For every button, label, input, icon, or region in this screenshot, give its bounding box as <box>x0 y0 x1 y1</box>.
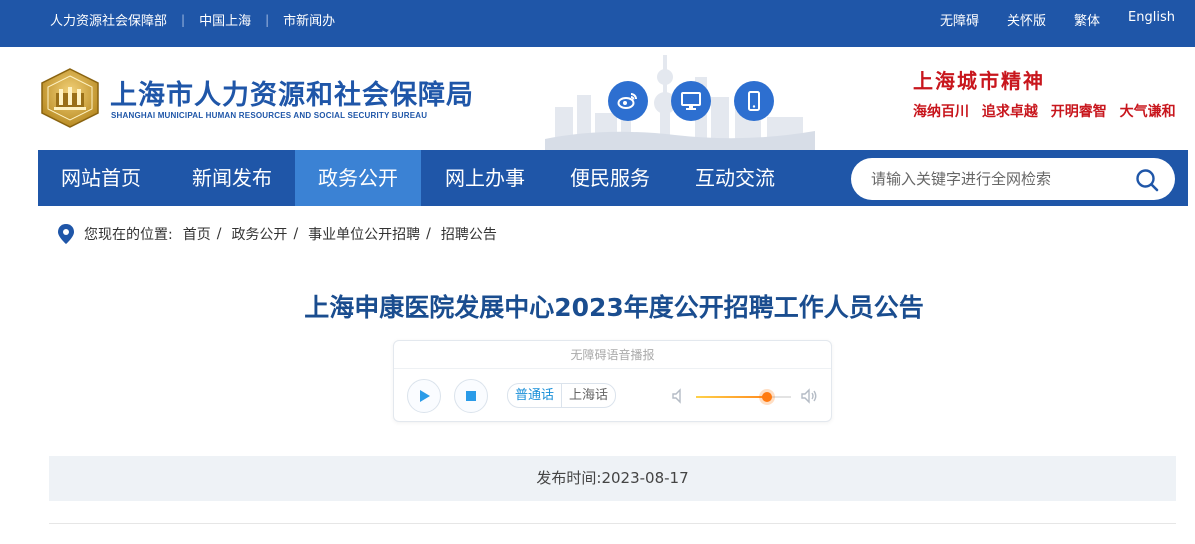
care-mode-link[interactable]: 关怀版 <box>1007 10 1046 29</box>
volume-high-icon[interactable] <box>800 387 818 405</box>
volume-low-icon[interactable] <box>670 387 688 405</box>
nav-item-public-services[interactable]: 便民服务 <box>547 150 673 206</box>
top-tools: 无障碍 关怀版 繁体 English <box>912 10 1175 29</box>
nav-item-interaction[interactable]: 互动交流 <box>672 150 798 206</box>
breadcrumb: 您现在的位置: 首页 / 政务公开 / 事业单位公开招聘 / 招聘公告 <box>56 223 501 245</box>
lang-shanghainese-option[interactable]: 上海话 <box>562 384 615 407</box>
breadcrumb-separator: / <box>216 226 222 242</box>
monitor-glyph-icon <box>681 92 701 110</box>
stop-icon <box>466 391 476 401</box>
city-spirit-item: 大气谦和 <box>1119 104 1176 120</box>
play-button[interactable] <box>407 379 441 413</box>
breadcrumb-label: 您现在的位置: <box>84 227 173 243</box>
volume-knob[interactable] <box>762 392 773 402</box>
breadcrumb-recruitment-notice[interactable]: 招聘公告 <box>441 224 497 244</box>
play-icon <box>420 390 430 402</box>
english-link[interactable]: English <box>1128 10 1175 29</box>
bureau-emblem-icon[interactable] <box>38 67 102 129</box>
city-spirit-item: 开明睿智 <box>1050 104 1107 120</box>
breadcrumb-separator: / <box>293 226 299 242</box>
article-title: 上海申康医院发展中心2023年度公开招聘工作人员公告 <box>304 293 924 322</box>
city-spirit-title: 上海城市精神 <box>913 69 1045 93</box>
top-link-press-office[interactable]: 市新闻办 <box>283 10 335 29</box>
top-links: 人力资源社会保障部 | 中国上海 | 市新闻办 <box>50 10 335 30</box>
nav-item-online-services[interactable]: 网上办事 <box>422 150 548 206</box>
publish-date-label: 发布时间: <box>536 469 602 487</box>
phone-glyph-icon <box>748 91 760 111</box>
nav-item-gov-affairs[interactable]: 政务公开 <box>295 150 421 206</box>
weibo-icon[interactable] <box>608 81 648 121</box>
weibo-glyph-icon <box>617 93 637 109</box>
volume-slider[interactable] <box>696 392 791 402</box>
volume-fill <box>696 396 768 398</box>
lang-mandarin-option[interactable]: 普通话 <box>508 384 563 407</box>
breadcrumb-home[interactable]: 首页 <box>183 224 211 244</box>
publish-date-value: 2023-08-17 <box>601 469 689 487</box>
location-pin-icon <box>58 224 74 244</box>
site-search <box>851 158 1175 200</box>
bureau-name-en: SHANGHAI MUNICIPAL HUMAN RESOURCES AND S… <box>111 111 428 120</box>
city-spirit-item: 追求卓越 <box>981 104 1038 120</box>
desktop-icon[interactable] <box>671 81 711 121</box>
city-spirit-item: 海纳百川 <box>913 104 969 120</box>
publish-date-bar: 发布时间:2023-08-17 <box>49 456 1176 501</box>
top-link-china-shanghai[interactable]: 中国上海 <box>199 10 251 29</box>
accessibility-link[interactable]: 无障碍 <box>940 10 979 29</box>
top-link-separator: | <box>265 12 270 27</box>
content-divider <box>49 523 1176 524</box>
voice-broadcast-player: 无障碍语音播报 普通话 上海话 <box>393 340 832 422</box>
search-input[interactable] <box>871 158 1131 200</box>
breadcrumb-separator: / <box>426 226 431 242</box>
mobile-icon[interactable] <box>734 81 774 121</box>
city-spirit-items: 海纳百川 追求卓越 开明睿智 大气谦和 <box>913 101 1184 121</box>
search-icon[interactable] <box>1135 168 1159 192</box>
breadcrumb-gov-affairs[interactable]: 政务公开 <box>231 224 287 244</box>
nav-item-home[interactable]: 网站首页 <box>38 150 164 206</box>
player-title: 无障碍语音播报 <box>394 341 831 369</box>
traditional-chinese-link[interactable]: 繁体 <box>1074 10 1100 29</box>
top-bar: 人力资源社会保障部 | 中国上海 | 市新闻办 无障碍 关怀版 繁体 Engli… <box>0 0 1195 47</box>
top-link-separator: | <box>181 12 186 27</box>
language-toggle: 普通话 上海话 <box>507 383 617 408</box>
bureau-name-cn[interactable]: 上海市人力资源和社会保障局 <box>110 73 474 112</box>
top-link-mohrss[interactable]: 人力资源社会保障部 <box>50 10 167 29</box>
stop-button[interactable] <box>454 379 488 413</box>
site-header: 上海市人力资源和社会保障局 SHANGHAI MUNICIPAL HUMAN R… <box>0 47 1195 150</box>
nav-item-news[interactable]: 新闻发布 <box>169 150 295 206</box>
breadcrumb-public-recruitment[interactable]: 事业单位公开招聘 <box>308 224 420 244</box>
